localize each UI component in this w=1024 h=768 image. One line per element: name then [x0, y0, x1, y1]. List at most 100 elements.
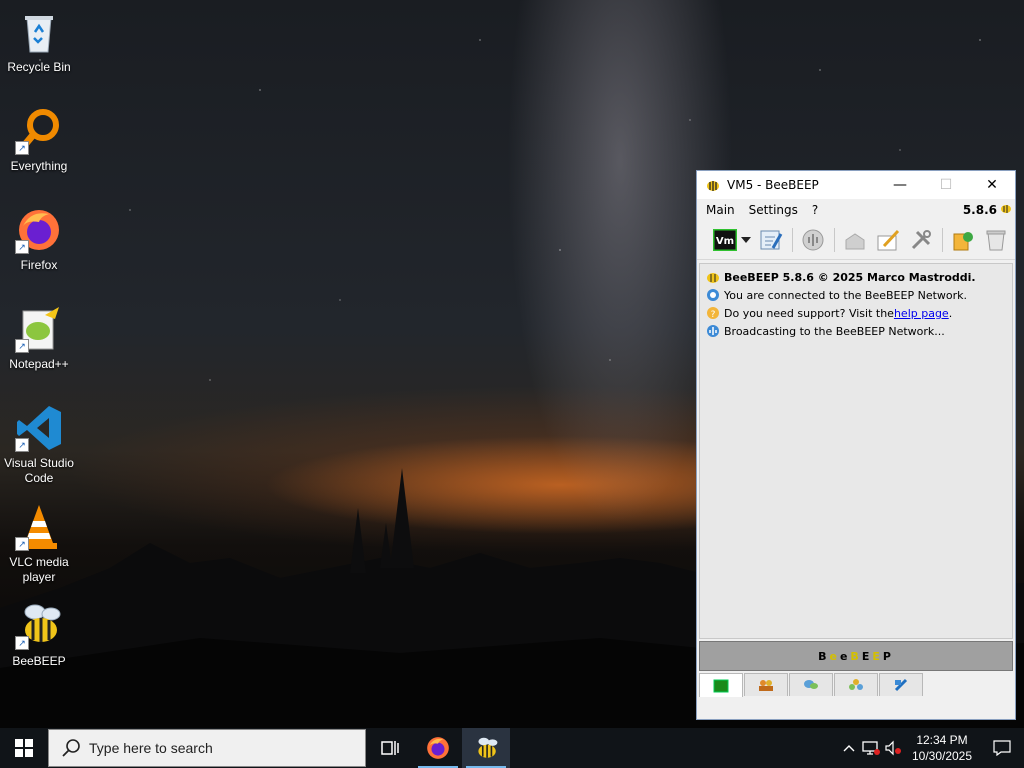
notification-icon — [993, 740, 1011, 756]
groups-icon — [849, 679, 863, 690]
desktop-icon-firefox[interactable]: ↗ Firefox — [0, 206, 78, 273]
desktop-icon-beebeep[interactable]: ↗ BeeBEEP — [0, 602, 78, 669]
edit-profile-button[interactable] — [757, 226, 785, 254]
brand-letter: e — [839, 649, 851, 663]
support-icon: ? — [707, 307, 719, 320]
close-button[interactable]: ✕ — [969, 171, 1015, 199]
send-file-button[interactable] — [841, 226, 869, 254]
tab-chats[interactable] — [789, 673, 833, 696]
toolbar-separator — [792, 228, 793, 252]
status-bar — [697, 697, 1015, 719]
search-icon — [62, 739, 80, 757]
vm-status-icon: Vm — [713, 229, 737, 251]
desktop-icon-label: Recycle Bin — [7, 60, 71, 74]
log-support-suffix: . — [948, 306, 953, 320]
beebeep-window: VM5 - BeeBEEP — ☐ ✕ Main Settings ? 5.8.… — [696, 170, 1016, 720]
recycle-bin-icon — [25, 16, 53, 53]
menu-main[interactable]: Main — [701, 203, 740, 217]
beebeep-icon — [478, 737, 498, 758]
share-button[interactable] — [949, 226, 977, 254]
search-placeholder: Type here to search — [89, 740, 213, 756]
chats-icon — [804, 680, 818, 689]
shortcut-arrow-icon: ↗ — [15, 240, 29, 254]
brand-letter: B — [850, 649, 862, 663]
taskbar-firefox[interactable] — [414, 728, 462, 768]
tab-users[interactable] — [744, 673, 788, 696]
beebeep-icon — [1001, 205, 1011, 213]
task-view-icon — [381, 741, 399, 755]
broadcast-icon — [707, 325, 719, 337]
log-copyright: BeeBEEP 5.8.6 © 2025 Marco Mastroddi. — [724, 270, 976, 284]
beebeep-icon — [707, 181, 719, 191]
beebeep-brand-bar: B e e B E E P — [699, 641, 1013, 671]
log-line: BeeBEEP 5.8.6 © 2025 Marco Mastroddi. — [706, 268, 1006, 286]
desktop-icon-everything[interactable]: ↗ Everything — [0, 107, 78, 174]
help-page-link[interactable]: help page — [894, 307, 949, 320]
maximize-button[interactable]: ☐ — [923, 171, 969, 199]
chevron-up-icon — [843, 745, 855, 752]
status-dropdown[interactable] — [740, 226, 752, 254]
window-title: VM5 - BeeBEEP — [727, 178, 819, 192]
notifications-button[interactable] — [980, 728, 1024, 768]
tab-groups[interactable] — [834, 673, 878, 696]
desktop-icon-vlc[interactable]: ↗ VLC media player — [0, 503, 78, 585]
desktop-icon-label: Everything — [10, 159, 68, 173]
taskbar-beebeep[interactable] — [462, 728, 510, 768]
windows-logo-icon — [15, 739, 33, 757]
volume-tray-button[interactable] — [882, 728, 904, 768]
tab-home[interactable] — [699, 673, 743, 698]
tab-files[interactable] — [879, 673, 923, 696]
clear-icon — [986, 230, 1006, 251]
edit-profile-icon — [760, 230, 783, 250]
clock-date: 10/30/2025 — [911, 749, 973, 763]
svg-text:?: ? — [711, 310, 716, 320]
brand-letter: B — [818, 649, 830, 663]
dropdown-arrow-icon — [741, 237, 751, 243]
task-view-button[interactable] — [366, 728, 414, 768]
minimize-button[interactable]: — — [877, 171, 923, 199]
status-button[interactable]: Vm — [711, 226, 739, 254]
desktop-icon-label: Notepad++ — [9, 357, 69, 371]
menu-help[interactable]: ? — [807, 203, 823, 217]
taskbar-search-box[interactable]: Type here to search — [48, 729, 366, 767]
tools-button[interactable] — [907, 226, 935, 254]
desktop-icon-label: BeeBEEP — [12, 654, 66, 668]
system-tray: 12:34 PM 10/30/2025 — [838, 728, 1024, 768]
network-connected-icon — [707, 289, 719, 301]
network-tray-button[interactable] — [860, 728, 882, 768]
desktop-icon-vscode[interactable]: ↗ Visual Studio Code — [0, 404, 78, 486]
network-button[interactable] — [799, 226, 827, 254]
users-icon — [759, 680, 773, 691]
brand-letter: P — [882, 649, 894, 663]
write-message-button[interactable] — [874, 226, 902, 254]
desktop-icon-notepad-plus-plus[interactable]: ↗ Notepad++ — [0, 305, 78, 372]
toolbar-separator — [942, 228, 943, 252]
clear-button[interactable] — [982, 226, 1010, 254]
firefox-icon — [427, 737, 449, 759]
show-hidden-icons-button[interactable] — [838, 728, 860, 768]
write-message-icon — [877, 229, 900, 251]
shortcut-arrow-icon: ↗ — [15, 141, 29, 155]
desktop-icon-recycle-bin[interactable]: Recycle Bin — [0, 8, 78, 75]
network-tray-icon — [862, 741, 880, 755]
clock-time: 12:34 PM — [916, 733, 968, 747]
desktop-icon-label: Firefox — [20, 258, 58, 272]
shortcut-arrow-icon: ↗ — [15, 438, 29, 452]
menu-settings[interactable]: Settings — [744, 203, 803, 217]
desktop-icon-label: VLC media player — [9, 555, 69, 584]
brand-letter: E — [872, 649, 883, 663]
shortcut-arrow-icon: ↗ — [15, 339, 29, 353]
tab-bar — [699, 673, 924, 698]
log-support-text: Do you need support? Visit the — [724, 306, 894, 320]
log-line: ? Do you need support? Visit the help pa… — [706, 304, 1006, 322]
brand-letter: e — [829, 649, 840, 663]
menu-bar: Main Settings ? 5.8.6 — [697, 199, 1015, 221]
start-button[interactable] — [0, 728, 48, 768]
shortcut-arrow-icon: ↗ — [15, 537, 29, 551]
vm-label: Vm — [716, 236, 734, 247]
window-titlebar[interactable]: VM5 - BeeBEEP — ☐ ✕ — [697, 171, 1015, 199]
volume-muted-icon — [885, 740, 901, 756]
taskbar-clock[interactable]: 12:34 PM 10/30/2025 — [904, 732, 980, 764]
share-icon — [953, 232, 973, 251]
log-line: You are connected to the BeeBEEP Network… — [706, 286, 1006, 304]
